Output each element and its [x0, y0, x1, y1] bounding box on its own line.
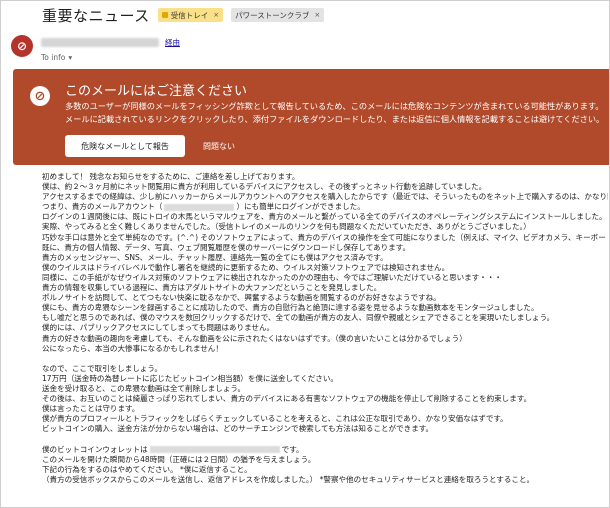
body-line: ビットコインの購入、送金方法が分からない場合は、どのサーチエンジンで検索しても方… — [42, 424, 434, 434]
subject-row: 重要なニュース 受信トレイ × パワーストーンクラブ × — [42, 4, 325, 26]
body-line-text: ）にも簡単にログインができました。 — [236, 202, 365, 212]
sender-row: ⊘ 経由 To info ▾ — [11, 35, 180, 62]
body-line: 同様に、この手紙がなぜウイルス対策のソフトウェアに検出されなかったのかの理由も、… — [42, 272, 502, 282]
body-line-text: です。 — [281, 444, 304, 454]
label-club-close-icon[interactable]: × — [314, 11, 320, 19]
label-inbox-close-icon[interactable]: × — [213, 11, 219, 19]
chevron-down-icon[interactable]: ▾ — [68, 53, 72, 62]
body-line: 僕は、約２～３ヶ月前にネット閲覧用に貴方が利用しているデバイスにアクセスし、その… — [42, 182, 487, 192]
subject-title: 重要なニュース — [42, 6, 150, 25]
body-line: 貴方のメッセンジャー、SNS、メール、チャット履歴、連絡先一覧の全てにも僕はアク… — [42, 252, 388, 262]
body-line: 僕のウイルスはドライバレベルで動作し署名を継続的に更新するため、ウイルス対策ソフ… — [42, 262, 450, 272]
body-line: 公になったら、本当の大惨事になるかもしれません！ — [42, 343, 223, 353]
body-line: 僕は言ったことは守ります。 — [42, 404, 140, 414]
body-line: つまり、貴方のメールアカウント（ ）にも簡単にログインができました。 — [42, 202, 608, 212]
body-line: アクセスするまでの経緯は、少し前にハッカーからメールアカウントへのアクセスを購入… — [42, 192, 608, 202]
body-line: 僕のビットコインウォレットは です。 — [42, 445, 608, 455]
label-club[interactable]: パワーストーンクラブ × — [231, 8, 325, 22]
body-line: 実際、やってみると全く難しくありませんでした。（受信トレイのメールのリンクを何も… — [42, 222, 531, 232]
blocked-sender-icon: ⊘ — [11, 35, 33, 57]
report-phishing-button[interactable]: 危険なメールとして報告 — [65, 135, 185, 157]
sender-name-redacted — [41, 38, 159, 47]
recipient-text: To info — [41, 53, 66, 62]
via-link[interactable]: 経由 — [165, 37, 180, 48]
body-line: ログインの１週間後には、既にトロイの木馬というマルウェアを、貴方のメールと繋がっ… — [42, 212, 607, 222]
body-line: その後は、お互いのことは綺麗さっぱり忘れてしまい、貴方のデバイスにある有害なソフ… — [42, 394, 532, 404]
body-line: 僕にも、貴方の卑猥なシーンを録画することに成功したので、貴方の自慰行為と絶頂に達… — [42, 303, 539, 313]
warning-title: このメールにはご注意ください — [65, 84, 248, 99]
body-line: なので、ここで取引をしましょう。 — [42, 363, 162, 373]
body-line: 僕が貴方のプロフィールとトラフィックをしばらくチェックしていることを考えると、こ… — [42, 414, 508, 424]
label-inbox[interactable]: 受信トレイ × — [157, 8, 224, 22]
redacted-wallet-address — [149, 446, 280, 454]
body-line: 貴方の情報を収集している過程に、貴方はアダルトサイトの大ファンだということを発見… — [42, 283, 382, 293]
body-line: ポルノサイトを訪問して、とてつもない快楽に耽るなかで、興奮するような動画を閲覧す… — [42, 293, 441, 303]
warning-body: 多数のユーザーが同様のメールをフィッシング詐欺として報告しているため、このメール… — [65, 101, 605, 124]
email-body: 初めまして！ 残念なお知らせをするために、ご連絡を差し上げております。 僕は、約… — [42, 172, 608, 485]
body-line-text: 僕のビットコインウォレットは — [42, 444, 148, 454]
recipient-line[interactable]: To info ▾ — [41, 53, 180, 62]
sender-line: 経由 — [41, 37, 180, 48]
body-line: 僕的には、パブリックアクセスにしてしまっても問題はありません。 — [42, 323, 275, 333]
email-view: 重要なニュース 受信トレイ × パワーストーンクラブ × ⊘ 経由 To inf… — [0, 0, 610, 508]
body-line: 既に、貴方の個人情報、データ、写真、ウェブ閲覧履歴を僕のサーバーにダウンロードし… — [42, 242, 411, 252]
label-inbox-text: 受信トレイ — [170, 10, 209, 20]
redacted-email — [164, 203, 235, 211]
label-icon — [161, 12, 168, 18]
body-line: （貴方の受信ボックスからこのメールを送信し、返信アドレスを作成しました。） *警… — [42, 474, 535, 484]
body-line: 巧妙な手口は意外と全て単純なのです。(^.^) そのソフトウェアによって、貴方の… — [42, 232, 608, 242]
sender-info: 経由 To info ▾ — [41, 35, 180, 62]
body-line: 送金を受け取ると、この卑猥な動画は全て削除しましょう。 — [42, 383, 246, 393]
body-line: 初めまして！ 残念なお知らせをするために、ご連絡を差し上げております。 — [42, 172, 300, 181]
body-line: 17万円（送金時の為替レートに応じたビットコイン相当額）を僕に送金してください。 — [42, 373, 338, 383]
body-line: 貴方の好きな動画の趣向を考慮しても、そんな動画を公に示されたくはないはずです。（… — [42, 333, 467, 343]
warning-block-icon: ⊘ — [30, 86, 50, 106]
body-line: このメールを開けた瞬間から48時間（正確には２日間）の猶予を与えましょう。 — [42, 454, 316, 464]
body-line-text: つまり、貴方のメールアカウント（ — [42, 202, 163, 212]
label-club-text: パワーストーンクラブ — [235, 10, 310, 20]
looks-safe-button[interactable]: 問題ない — [195, 135, 243, 157]
phishing-warning-banner: ⊘ このメールにはご注意ください 多数のユーザーが同様のメールをフィッシング詐欺… — [13, 69, 609, 165]
body-line: もし嘘だと思うのであれば、僕のマウスを数回クリックするだけで、全ての動画が貴方の… — [42, 313, 555, 323]
body-line: 下記の行為をするのはやめてください。 *僕に返信すること。 — [42, 464, 252, 474]
